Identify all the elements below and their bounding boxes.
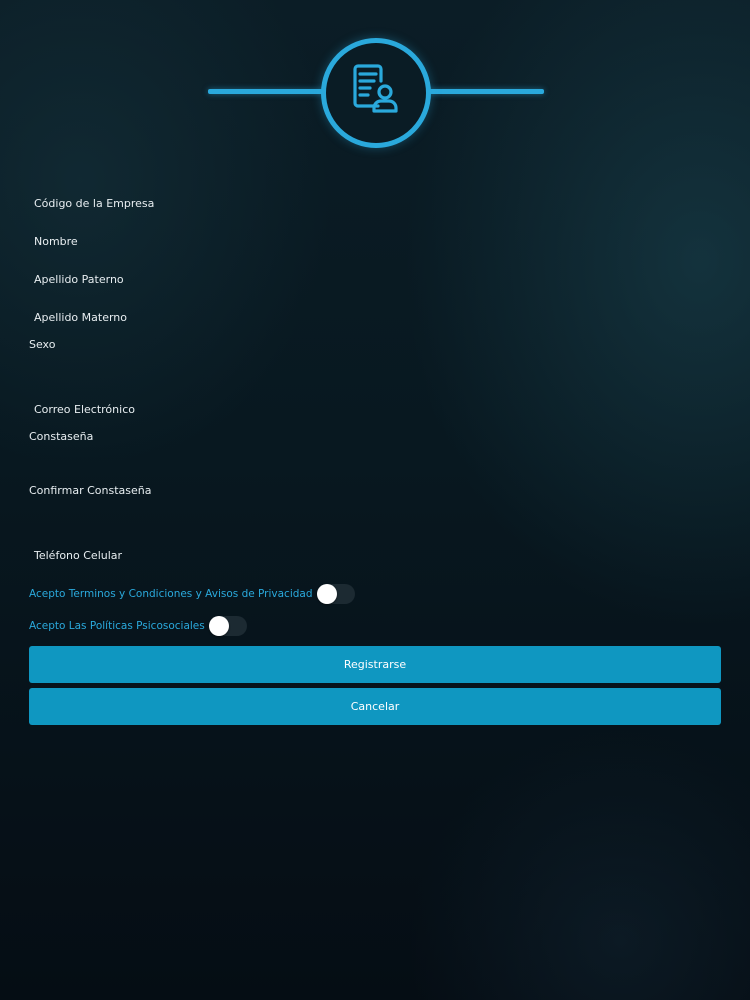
cancel-button[interactable]: Cancelar: [29, 688, 721, 725]
header-line-left: [208, 89, 326, 94]
paternal-surname-field[interactable]: Apellido Paterno: [34, 273, 124, 286]
maternal-surname-field[interactable]: Apellido Materno: [34, 311, 127, 324]
header-line-right: [424, 89, 544, 94]
first-name-field[interactable]: Nombre: [34, 235, 78, 248]
confirm-password-field[interactable]: Confirmar Constaseña: [29, 484, 152, 497]
phone-field[interactable]: Teléfono Celular: [34, 549, 122, 562]
terms-toggle-row: Acepto Terminos y Condiciones y Avisos d…: [29, 582, 355, 606]
document-user-icon: [353, 64, 398, 113]
password-field[interactable]: Constaseña: [29, 430, 93, 443]
terms-toggle[interactable]: [316, 584, 355, 604]
psychosocial-toggle[interactable]: [208, 616, 247, 636]
register-button[interactable]: Registrarse: [29, 646, 721, 683]
terms-label: Acepto Terminos y Condiciones y Avisos d…: [29, 588, 313, 600]
psychosocial-label: Acepto Las Políticas Psicosociales: [29, 620, 205, 632]
company-code-field[interactable]: Código de la Empresa: [34, 197, 154, 210]
header: [0, 0, 750, 185]
email-field[interactable]: Correo Electrónico: [34, 403, 135, 416]
sex-select[interactable]: Sexo: [29, 338, 55, 351]
psychosocial-toggle-knob: [208, 616, 229, 636]
psychosocial-toggle-row: Acepto Las Políticas Psicosociales: [29, 614, 247, 638]
header-badge: [321, 38, 431, 148]
terms-toggle-knob: [316, 584, 337, 604]
